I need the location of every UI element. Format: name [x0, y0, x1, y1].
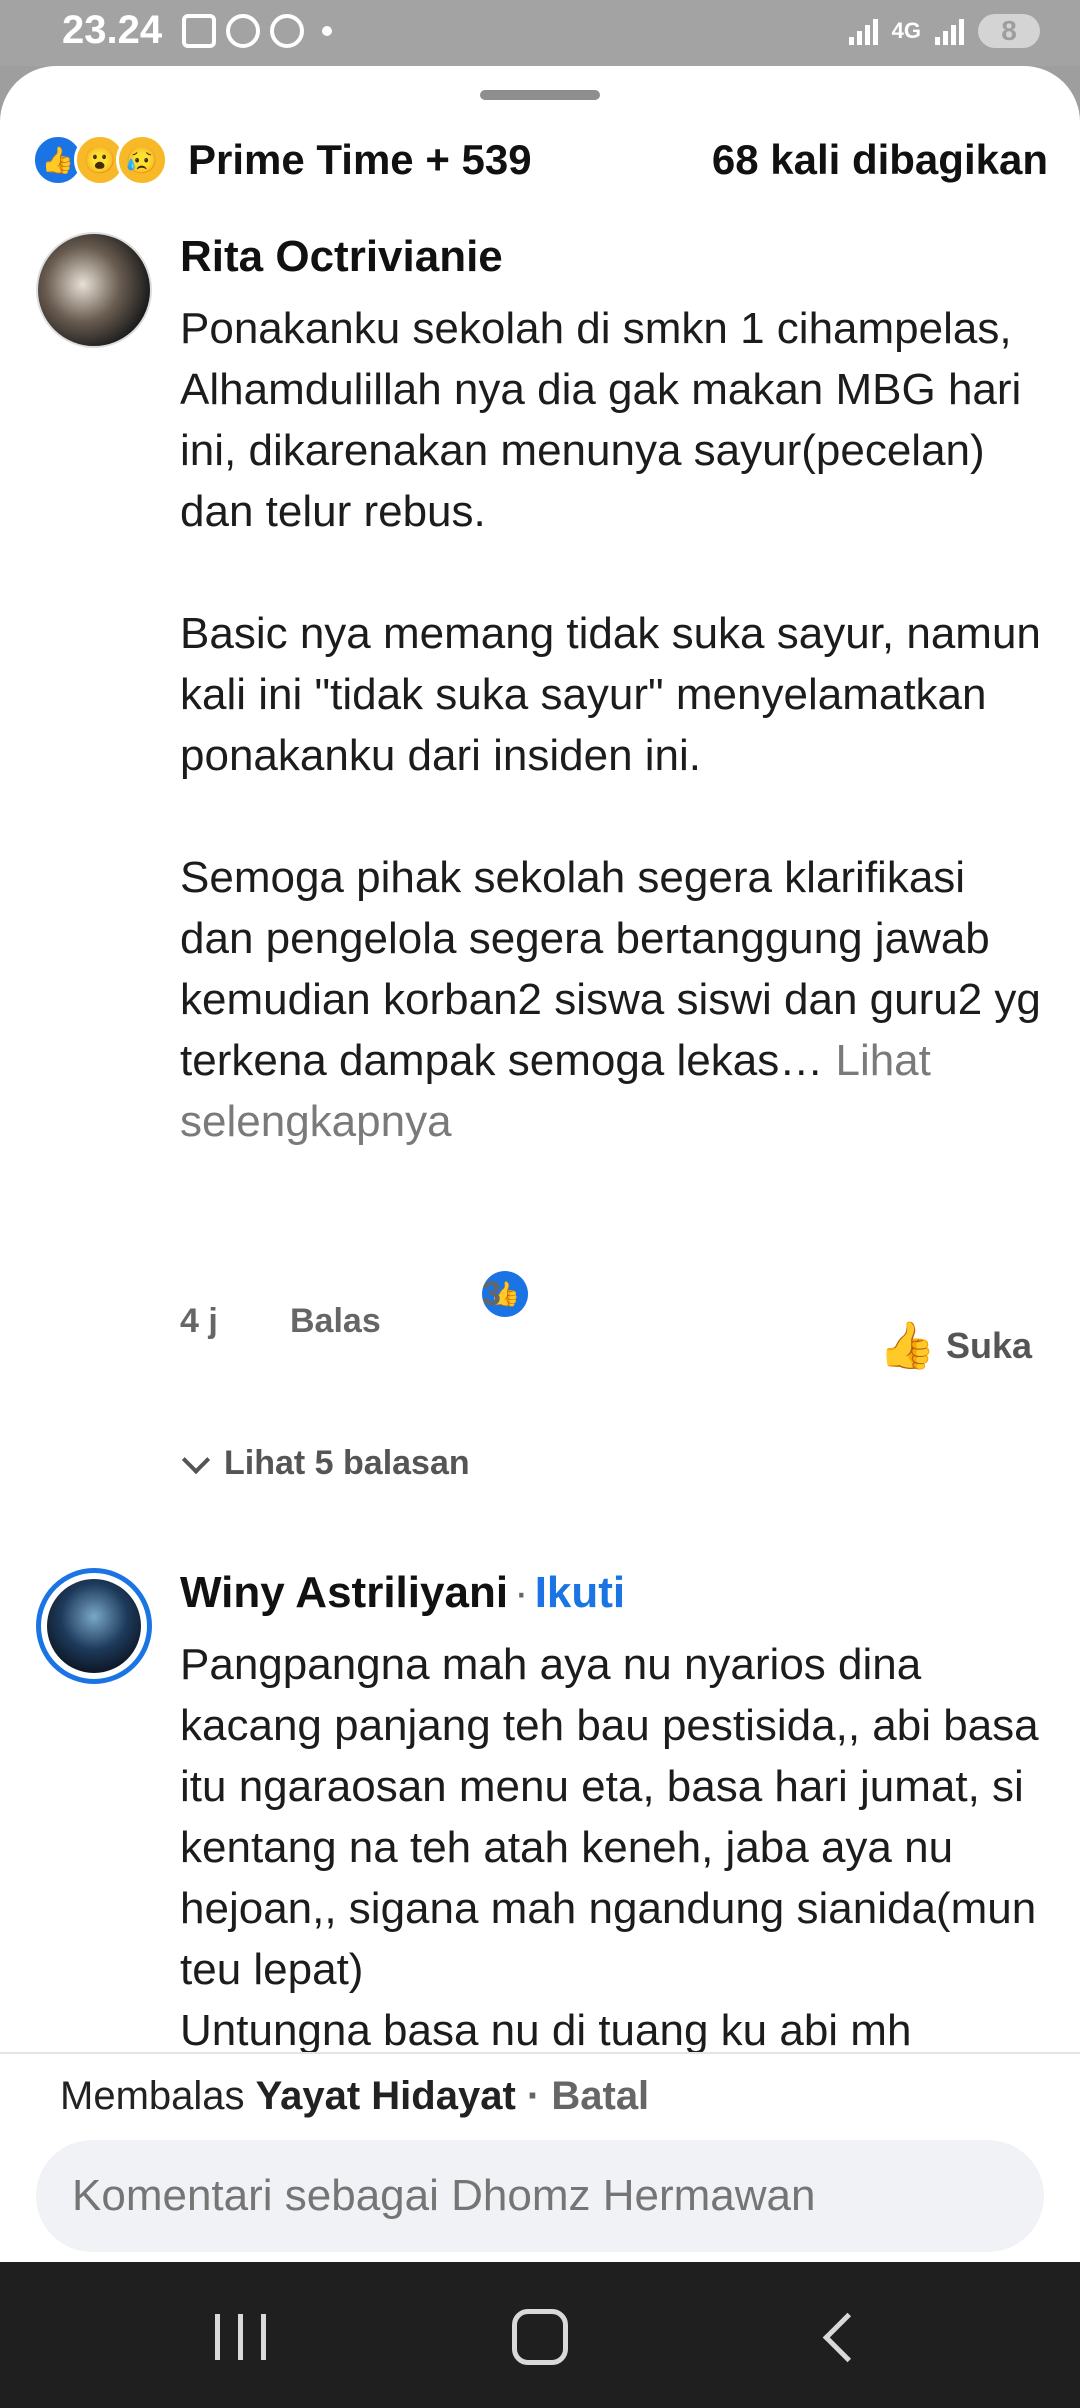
- back-button[interactable]: [790, 2302, 890, 2372]
- notification-icons: [182, 14, 332, 48]
- comment-author-line: Winy Astriliyani · Ikuti: [180, 1568, 625, 1618]
- reaction-icons[interactable]: 👍 😮 😥: [32, 134, 168, 186]
- signal-icon-2: [935, 17, 964, 45]
- signal-icon: [848, 17, 878, 45]
- thumbs-up-outline-icon: 👍: [878, 1319, 936, 1371]
- comment-body: Ponakanku sekolah di smkn 1 cihampelas, …: [180, 304, 1041, 1085]
- like-button-label: Suka: [945, 1324, 1032, 1366]
- avatar[interactable]: [36, 1568, 152, 1684]
- home-button[interactable]: [490, 2302, 590, 2372]
- status-bar: 23.24 4G 8: [0, 0, 1080, 66]
- shares-count[interactable]: 68 kali dibagikan: [712, 136, 1048, 184]
- comment-input[interactable]: [36, 2140, 1044, 2252]
- view-replies-label: Lihat 5 balasan: [224, 1444, 470, 1482]
- replying-prefix: Membalas: [60, 2074, 245, 2118]
- status-time: 23.24: [62, 8, 163, 52]
- view-replies-button[interactable]: Lihat 5 balasan: [180, 1444, 470, 1483]
- messenger-icon: [270, 14, 304, 48]
- comment-author[interactable]: Rita Octrivianie: [180, 232, 503, 282]
- more-notifications-dot-icon: [322, 26, 332, 36]
- sad-reaction-icon: 😥: [116, 134, 168, 186]
- battery-icon: 8: [978, 14, 1040, 48]
- whatsapp-icon: [226, 14, 260, 48]
- back-icon: [822, 2312, 872, 2362]
- follow-button[interactable]: Ikuti: [535, 1568, 625, 1617]
- avatar[interactable]: [36, 232, 152, 348]
- recents-button[interactable]: [190, 2302, 290, 2372]
- like-button[interactable]: 👍 Suka: [879, 1318, 1032, 1373]
- comment-time[interactable]: 4 j: [180, 1302, 218, 1341]
- recents-icon: [214, 2314, 220, 2360]
- comment-text: Pangpangna mah aya nu nyarios dina kacan…: [180, 1640, 1039, 2055]
- network-type: 4G: [891, 18, 921, 43]
- recents-icon-bar: [260, 2314, 266, 2360]
- reply-target-name: Yayat Hidayat: [255, 2074, 516, 2118]
- reactions-bar: 👍 😮 😥 Prime Time + 539 68 kali dibagikan: [32, 128, 1048, 188]
- replying-to: Membalas Yayat Hidayat · Batal: [60, 2074, 649, 2119]
- avatar-image: [47, 1579, 141, 1673]
- drag-handle[interactable]: [480, 90, 600, 100]
- screenshot-icon: [182, 14, 216, 48]
- separator-dot: ·: [514, 1568, 529, 1617]
- comments-sheet: 👍 😮 😥 Prime Time + 539 68 kali dibagikan…: [0, 66, 1080, 2262]
- recents-icon-bar: [237, 2314, 243, 2360]
- battery-level: 8: [1001, 15, 1017, 46]
- like-count-value: 3: [482, 1274, 501, 1313]
- cancel-reply-button[interactable]: Batal: [551, 2074, 649, 2118]
- system-nav-bar: [0, 2262, 1080, 2408]
- comment-author[interactable]: Winy Astriliyani: [180, 1568, 508, 1617]
- chevron-down-icon: [181, 1445, 211, 1474]
- reactions-summary[interactable]: Prime Time + 539: [188, 136, 532, 184]
- status-right: 4G 8: [848, 14, 1040, 48]
- reply-button[interactable]: Balas: [290, 1302, 381, 1341]
- home-icon: [512, 2309, 568, 2365]
- comment-text: Ponakanku sekolah di smkn 1 cihampelas, …: [180, 298, 1050, 1152]
- separator-dot: ·: [526, 2074, 541, 2118]
- reply-bar: Membalas Yayat Hidayat · Batal: [0, 2052, 1080, 2262]
